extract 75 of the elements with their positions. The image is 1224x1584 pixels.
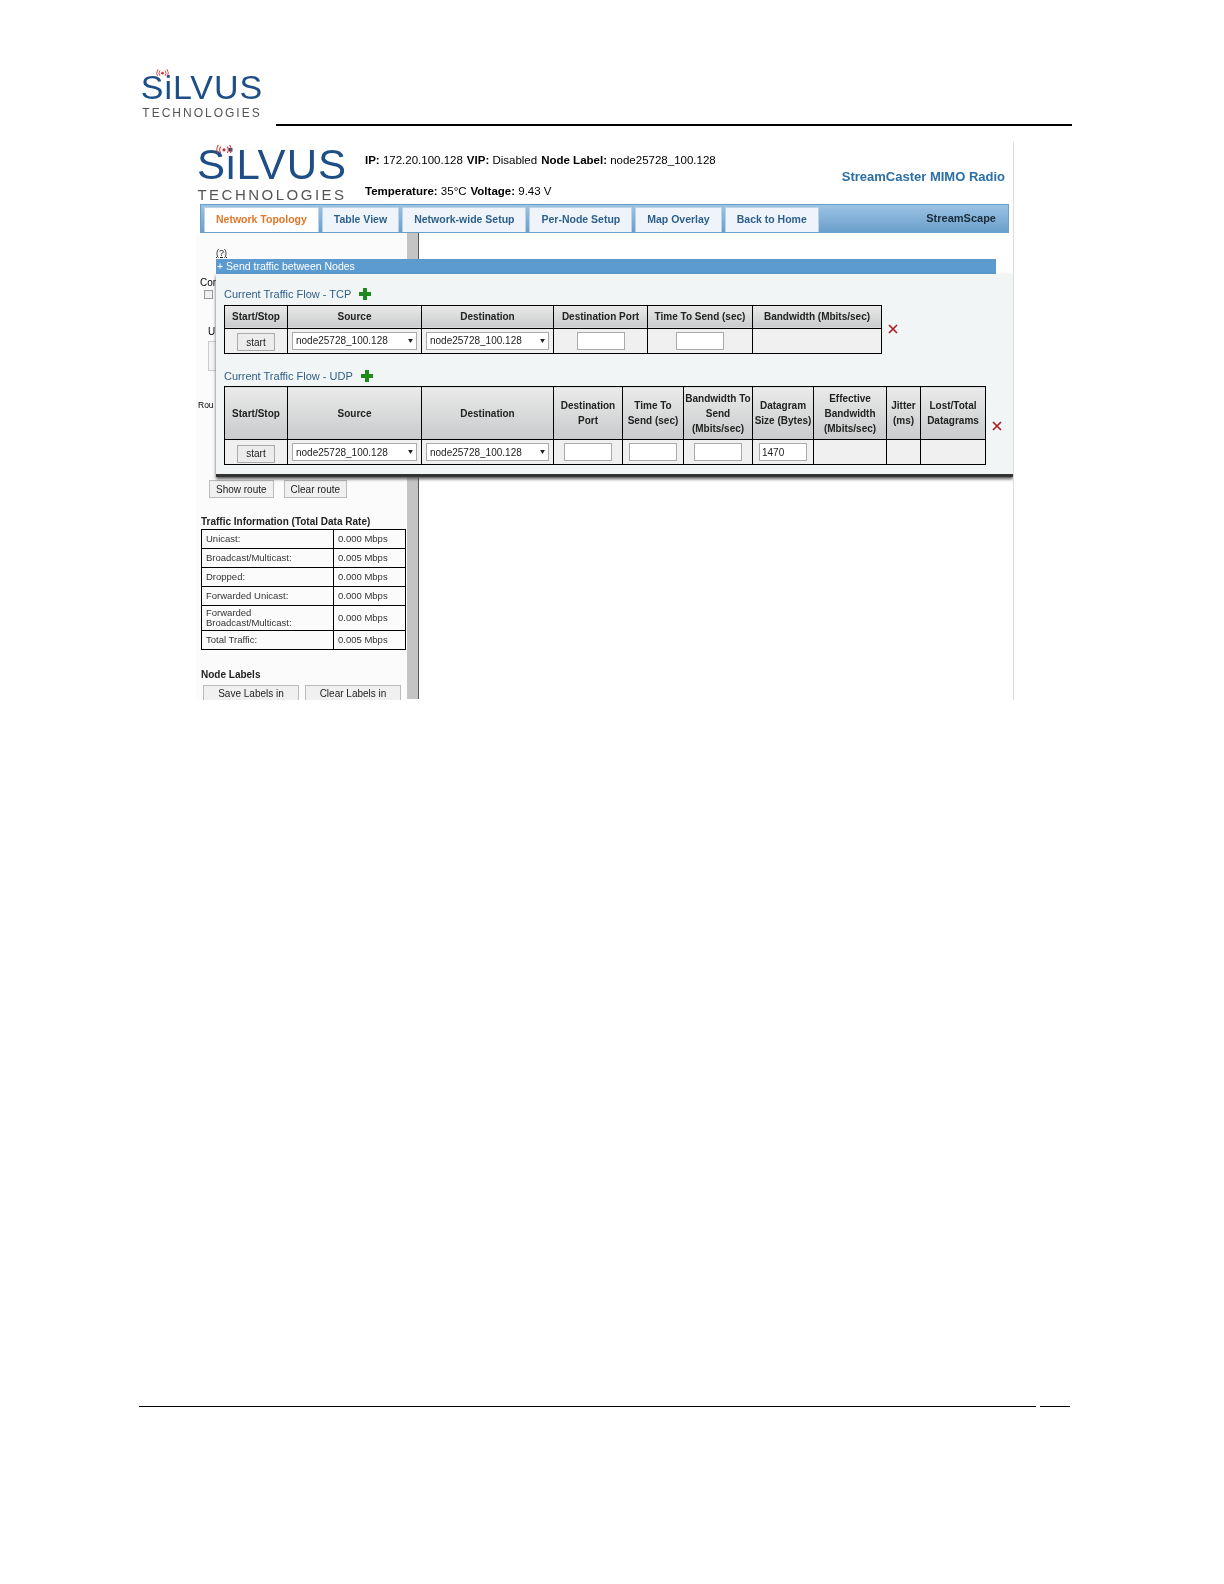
input-field[interactable] xyxy=(576,331,625,350)
row-label: Broadcast/Multicast: xyxy=(206,552,292,563)
flow-title: Current Traffic Flow - TCP xyxy=(224,287,352,302)
caret-icon xyxy=(540,338,545,343)
row-value: 0.000 Mbps xyxy=(338,533,388,544)
column-header: Source xyxy=(336,310,373,324)
status-text: Voltage: 9.43 V xyxy=(470,184,552,200)
checkbox[interactable] xyxy=(204,290,213,299)
column-header: Datagram Size (Bytes) xyxy=(753,399,813,428)
node-dropdown[interactable]: node25728_100.128 xyxy=(292,443,417,461)
caret-icon xyxy=(408,450,413,454)
row-value: 0.000 Mbps xyxy=(338,590,388,601)
column-header: Start/Stop xyxy=(231,310,281,324)
route-button[interactable]: Show route xyxy=(209,480,274,498)
status-text: Node Label: node25728_100.128 xyxy=(541,153,716,168)
row-label: Forwarded Broadcast/Multicast: xyxy=(206,607,292,628)
column-header: Destination Port xyxy=(559,399,617,428)
section-title: Node Labels xyxy=(201,668,262,682)
row-value: 0.005 Mbps xyxy=(338,552,388,563)
row-label: Dropped: xyxy=(206,571,246,582)
column-header: Destination Port xyxy=(560,310,641,324)
node-dropdown[interactable]: node25728_100.128 xyxy=(426,443,549,461)
company-logo: SiLVUS TECHNOLOGIES xyxy=(143,70,261,120)
row-label: Total Traffic: xyxy=(206,634,258,645)
node-label-button[interactable]: Save Labels in xyxy=(203,685,299,700)
status-text: IP: 172.20.100.128 xyxy=(365,153,463,168)
row-label: Forwarded Unicast: xyxy=(206,590,289,601)
partial-label: Rou xyxy=(198,400,214,410)
input-field[interactable] xyxy=(564,443,612,461)
add-flow-icon[interactable] xyxy=(360,369,373,382)
row-label: Unicast: xyxy=(206,533,241,544)
column-header: Source xyxy=(336,406,373,421)
row-value: 0.000 Mbps xyxy=(338,571,388,582)
delete-icon[interactable] xyxy=(992,420,1002,431)
row-value: 0.000 Mbps xyxy=(338,612,388,623)
node-dropdown[interactable]: node25728_100.128 xyxy=(426,331,549,350)
node-label-button[interactable]: Clear Labels in xyxy=(305,685,401,700)
column-header: Destination xyxy=(459,406,516,421)
column-header: Time To Send (sec) xyxy=(653,310,747,324)
route-button[interactable]: Clear route xyxy=(283,480,348,498)
start-button[interactable]: start xyxy=(237,444,275,463)
tab[interactable]: Back to Home xyxy=(724,207,819,232)
input-field[interactable]: 1470 xyxy=(759,443,807,461)
product-name: StreamCaster MIMO Radio xyxy=(841,168,1005,186)
column-header: Bandwidth To Send (Mbits/sec) xyxy=(684,391,752,436)
partial-label: U xyxy=(208,325,216,339)
input-field[interactable] xyxy=(629,443,677,461)
column-header: Jitter (ms) xyxy=(890,399,917,428)
partial-label: Cor xyxy=(200,276,217,290)
row-value: 0.005 Mbps xyxy=(338,634,388,645)
node-dropdown[interactable]: node25728_100.128 xyxy=(292,331,417,350)
tab[interactable]: Map Overlay xyxy=(635,207,722,232)
input-field[interactable] xyxy=(676,331,724,350)
column-header: Destination xyxy=(459,310,516,324)
caret-icon xyxy=(408,338,413,343)
column-header: Time To Send (sec) xyxy=(626,399,680,428)
tab[interactable]: Table View xyxy=(321,207,400,232)
column-header: Effective Bandwidth (Mbits/sec) xyxy=(822,391,878,436)
status-text: Temperature: 35°C xyxy=(365,184,467,200)
brand-label: StreamScape xyxy=(926,211,996,227)
add-flow-icon[interactable] xyxy=(359,288,372,301)
column-header: Bandwidth (Mbits/sec) xyxy=(762,310,872,324)
column-header: Start/Stop xyxy=(231,406,281,421)
tab[interactable]: Network-wide Setup xyxy=(402,207,527,232)
status-text: VIP: Disabled xyxy=(466,153,538,168)
section-title: Traffic Information (Total Data Rate) xyxy=(201,515,372,529)
column-header: Lost/Total Datagrams xyxy=(926,399,980,428)
input-field[interactable] xyxy=(694,443,742,461)
company-logo: SiLVUS TECHNOLOGIES xyxy=(199,145,345,204)
delete-icon[interactable] xyxy=(888,324,898,334)
tab[interactable]: Per-Node Setup xyxy=(529,207,633,232)
flow-title: Current Traffic Flow - UDP xyxy=(224,368,353,384)
start-button[interactable]: start xyxy=(237,333,275,351)
caret-icon xyxy=(540,450,545,454)
help-link[interactable]: (?) xyxy=(216,247,227,261)
